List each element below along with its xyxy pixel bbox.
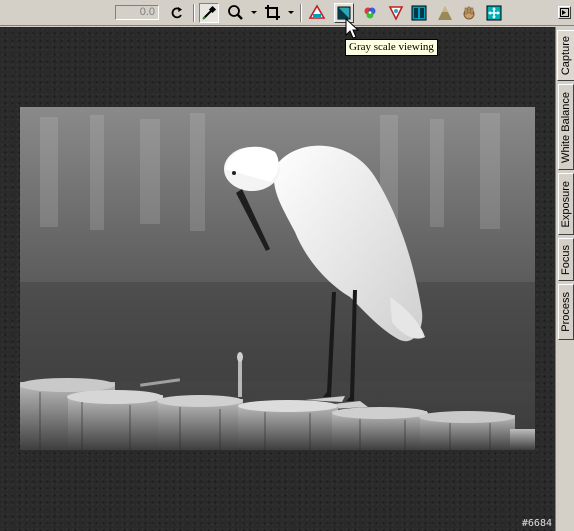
magnifier-icon [228,5,243,20]
panel-toggle-button[interactable] [558,6,571,19]
tab-capture[interactable]: Capture [557,30,574,81]
tab-label: Capture [560,35,572,76]
tab-exposure[interactable]: Exposure [558,173,574,235]
tooltip: Gray scale viewing [345,39,438,56]
tab-label: Exposure [560,180,572,228]
image-viewer[interactable]: #6684 [0,27,555,531]
navigator-icon [486,5,502,21]
zoom-button[interactable] [226,3,246,23]
eyedropper-button[interactable] [199,3,219,23]
fit-button[interactable] [435,3,455,23]
rotate-button[interactable] [167,3,187,23]
crop-button[interactable] [263,3,283,23]
photo-egret[interactable] [20,107,535,450]
mouse-cursor-icon [345,18,359,39]
color-wheel-button[interactable] [360,3,380,23]
crop-icon [265,5,280,20]
color-wheel-icon [364,7,376,19]
value-display[interactable]: 0.0 [115,5,159,20]
hand-tool-button[interactable] [459,3,479,23]
mountain-icon [438,6,452,20]
split-view-icon [411,5,427,21]
tab-label: Focus [560,244,572,275]
navigator-button[interactable] [484,3,504,23]
rotate-icon [171,7,182,19]
highlight-warning-button[interactable] [307,3,327,23]
zoom-dropdown-arrow[interactable] [251,11,257,14]
shadow-warning-icon [388,6,404,21]
shadow-warning-button[interactable] [386,3,406,23]
tab-focus[interactable]: Focus [558,238,574,281]
panel-toggle-icon [560,8,569,17]
frame-counter: #6684 [521,518,552,529]
tab-process[interactable]: Process [558,284,574,340]
vertical-tab-strip: Capture White Balance Exposure Focus Pro… [555,27,574,531]
egret-photo-image [20,107,535,450]
highlight-warning-icon [308,4,326,19]
tab-white-balance[interactable]: White Balance [558,84,574,170]
eyedropper-icon [202,5,217,20]
tab-label: Process [560,292,572,332]
tab-label: White Balance [560,91,572,163]
hand-icon [463,6,475,20]
compare-view-button[interactable] [409,3,429,23]
toolbar-separator [300,4,302,22]
toolbar: 0.0 [0,0,574,26]
crop-dropdown-arrow[interactable] [288,11,294,14]
toolbar-separator [193,4,195,22]
